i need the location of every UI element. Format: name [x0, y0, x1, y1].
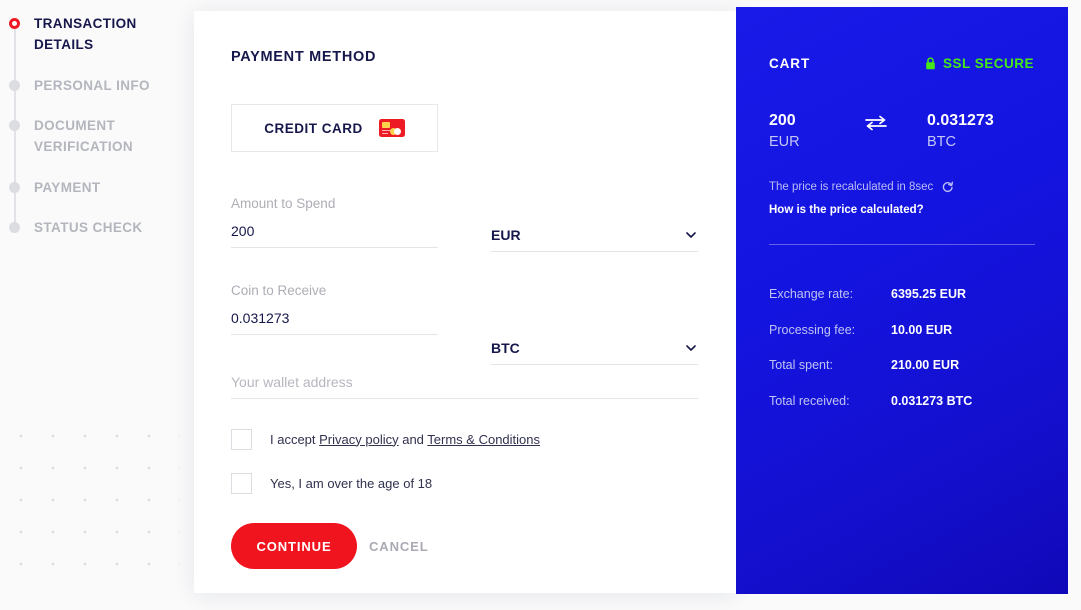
sidebar-item-transaction-details[interactable]: TRANSACTION DETAILS — [0, 11, 194, 81]
amount-to-spend-input[interactable] — [231, 223, 438, 248]
payment-form-card: PAYMENT METHOD CREDIT CARD Amount to Spe… — [194, 11, 736, 593]
summary-key: Processing fee: — [769, 322, 856, 337]
wallet-address-field — [231, 374, 698, 399]
sidebar-item-label: TRANSACTION DETAILS — [34, 16, 137, 52]
terms-prefix: I accept — [270, 431, 320, 447]
coin-to-receive-label: Coin to Receive — [231, 283, 327, 298]
wallet-address-input[interactable] — [231, 374, 698, 399]
credit-card-icon — [378, 119, 405, 137]
step-dot — [9, 120, 20, 131]
cart-title: CART — [769, 56, 811, 71]
summary-value: 10.00 EUR — [891, 322, 953, 337]
privacy-policy-link[interactable]: Privacy policy — [319, 432, 398, 447]
summary-key: Total received: — [769, 393, 850, 408]
sidebar-item-payment[interactable]: PAYMENT — [0, 175, 194, 229]
terms-checkbox[interactable] — [231, 429, 252, 450]
sidebar-item-personal-info[interactable]: PERSONAL INFO — [0, 73, 194, 127]
receive-currency-field: BTCETHLTC — [491, 340, 698, 365]
sidebar-item-label: PERSONAL INFO — [34, 78, 150, 93]
sidebar-item-label: PAYMENT — [34, 180, 101, 195]
payment-method-label: CREDIT CARD — [264, 120, 363, 136]
summary-value: 210.00 EUR — [891, 358, 960, 372]
cart-summary-list: Exchange rate: 6395.25 EUR Processing fe… — [769, 287, 1049, 429]
step-dot-active — [9, 18, 20, 29]
page-title: PAYMENT METHOD — [231, 49, 377, 65]
cart-divider — [769, 244, 1035, 245]
summary-value: 6395.25 EUR — [891, 287, 967, 301]
refresh-icon[interactable] — [941, 180, 954, 193]
conversion-to-amount: 0.031273 — [927, 112, 994, 129]
page-background: TRANSACTION DETAILS PERSONAL INFO DOCUME… — [0, 0, 1081, 610]
receive-currency-select[interactable]: BTCETHLTC — [491, 340, 698, 365]
currency-conversion-row: 200 EUR 0.031273 BTC — [769, 110, 1039, 162]
swap-arrows-icon — [863, 113, 889, 133]
cart-summary-panel: CART SSL SECURE 200 EUR 0.031273 BTC The… — [736, 7, 1068, 594]
ssl-secure-label: SSL SECURE — [942, 56, 1034, 71]
spend-currency-select[interactable]: EURUSDGBP — [491, 227, 698, 252]
conversion-to-currency: BTC — [927, 134, 956, 150]
recalc-text: The price is recalculated in 8sec — [769, 180, 934, 193]
conversion-from: 200 EUR — [769, 110, 800, 153]
conversion-to: 0.031273 BTC — [927, 110, 994, 153]
step-connector-line — [14, 127, 16, 189]
ssl-secure-badge: SSL SECURE — [925, 56, 1034, 71]
sidebar-item-status-check[interactable]: STATUS CHECK — [0, 215, 194, 255]
spend-currency-field: EURUSDGBP — [491, 227, 698, 252]
how-price-calculated-link[interactable]: How is the price calculated? — [769, 204, 924, 216]
conversion-from-amount: 200 — [769, 112, 796, 129]
summary-key: Exchange rate: — [769, 287, 854, 301]
sidebar-item-label: DOCUMENT VERIFICATION — [34, 118, 134, 154]
terms-middle: and — [398, 431, 428, 447]
terms-checkbox-label: I accept Privacy policy and Terms & Cond… — [270, 431, 540, 449]
conversion-from-currency: EUR — [769, 134, 800, 150]
step-connector-line — [14, 25, 16, 81]
step-dot — [9, 222, 20, 233]
terms-conditions-link[interactable]: Terms & Conditions — [427, 432, 540, 447]
amount-to-spend-field: Amount to Spend — [231, 196, 438, 248]
age-checkbox-row: Yes, I am over the age of 18 — [231, 473, 432, 494]
lock-icon — [925, 57, 936, 70]
amount-to-spend-label: Amount to Spend — [231, 196, 336, 211]
sidebar-item-label: STATUS CHECK — [34, 220, 143, 235]
summary-row-total-spent: Total spent: 210.00 EUR — [769, 358, 1049, 394]
step-dot — [9, 80, 20, 91]
summary-key: Total spent: — [769, 358, 833, 372]
summary-value: 0.031273 BTC — [891, 393, 973, 408]
checkout-stepper: TRANSACTION DETAILS PERSONAL INFO DOCUME… — [0, 0, 194, 610]
price-recalculation-notice: The price is recalculated in 8sec — [769, 180, 954, 193]
continue-button[interactable]: CONTINUE — [231, 523, 357, 569]
coin-to-receive-input[interactable] — [231, 310, 438, 335]
summary-row-processing-fee: Processing fee: 10.00 EUR — [769, 323, 1049, 359]
age-checkbox[interactable] — [231, 473, 252, 494]
summary-row-exchange-rate: Exchange rate: 6395.25 EUR — [769, 287, 1049, 323]
age-checkbox-label: Yes, I am over the age of 18 — [270, 475, 433, 491]
cancel-button[interactable]: CANCEL — [369, 523, 429, 569]
step-dot — [9, 182, 20, 193]
payment-method-credit-card[interactable]: CREDIT CARD — [231, 104, 438, 152]
summary-row-total-received: Total received: 0.031273 BTC — [769, 394, 1049, 430]
coin-to-receive-field: Coin to Receive — [231, 283, 438, 335]
terms-checkbox-row: I accept Privacy policy and Terms & Cond… — [231, 429, 540, 450]
sidebar-item-document-verification[interactable]: DOCUMENT VERIFICATION — [0, 113, 194, 189]
